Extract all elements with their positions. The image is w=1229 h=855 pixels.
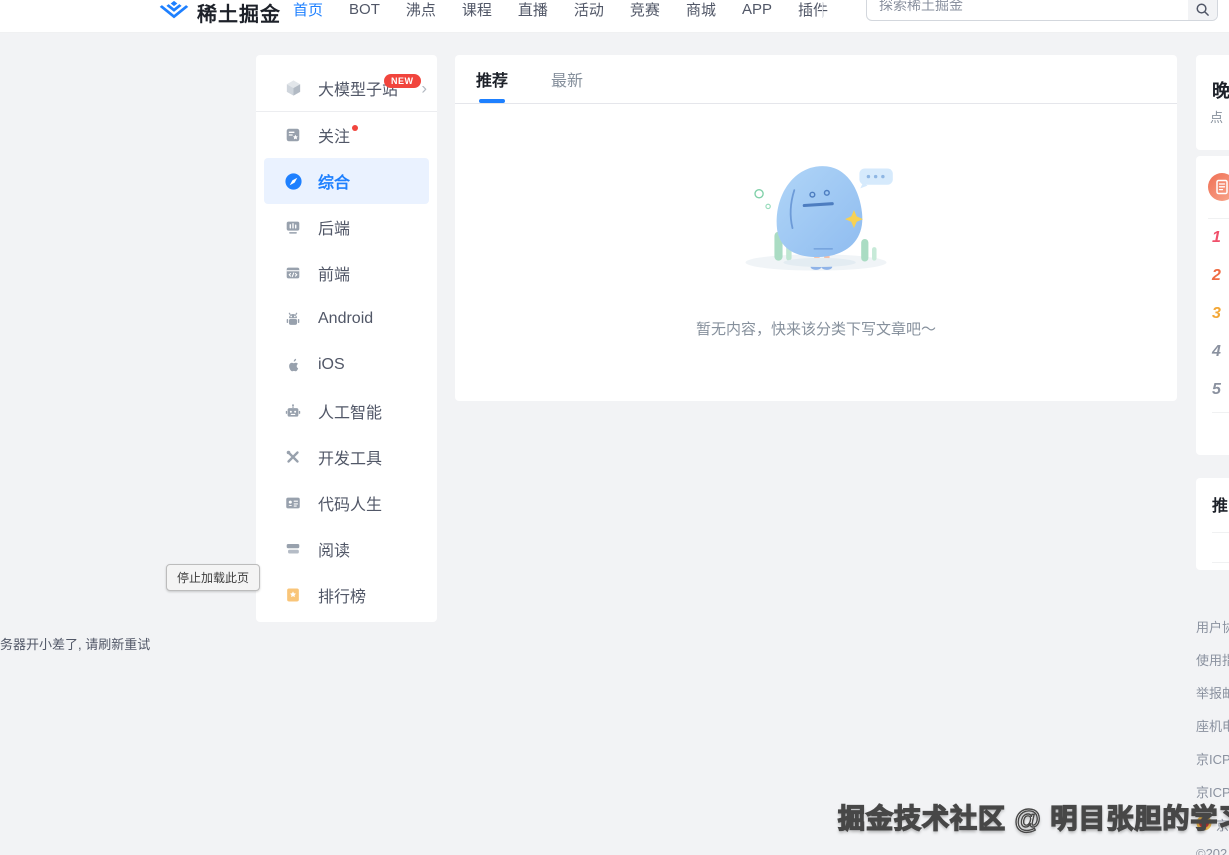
article-rank-card: 1 2 3 4 5	[1196, 156, 1229, 455]
sidebar-item-label: 人工智能	[318, 399, 382, 423]
nav-item-live[interactable]: 直播	[518, 0, 548, 20]
rank-row[interactable]: 3	[1212, 295, 1229, 333]
cube-icon	[283, 78, 303, 98]
nav-item-app[interactable]: APP	[742, 1, 772, 18]
sidebar-item-label: Android	[318, 310, 373, 328]
main-nav: 首页 BOT 沸点 课程 直播 活动 竞赛 商城 APP 插件	[280, 0, 841, 21]
new-badge: NEW	[384, 74, 421, 88]
sidebar-item-devtools[interactable]: 开发工具	[256, 434, 437, 480]
article-rank-icon	[1208, 173, 1229, 206]
sidebar-item-label: 排行榜	[318, 583, 366, 607]
rank-number: 1	[1212, 229, 1221, 247]
footer-link-guide[interactable]: 使用指	[1196, 650, 1229, 669]
rank-number: 4	[1212, 343, 1221, 361]
footer-link-user-agreement[interactable]: 用户协	[1196, 617, 1229, 636]
empty-state-text: 暂无内容，快来该分类下写文章吧～	[696, 318, 936, 339]
empty-blob-illustration	[721, 154, 911, 276]
search-box	[866, 0, 1218, 21]
recommend-card-divider	[1212, 562, 1229, 563]
sidebar-item-career[interactable]: 代码人生	[256, 480, 437, 526]
sidebar-item-reading[interactable]: 阅读	[256, 526, 437, 572]
top-nav-bar: 稀土掘金 首页 BOT 沸点 课程 直播 活动 竞赛 商城 APP 插件	[0, 0, 1229, 33]
sidebar-item-label: iOS	[318, 356, 345, 374]
greeting-card: 晚 点	[1196, 55, 1229, 150]
footer-link-phone[interactable]: 座机电	[1196, 716, 1229, 735]
empty-state: 暂无内容，快来该分类下写文章吧～	[455, 104, 1177, 339]
idcard-icon	[283, 493, 303, 513]
greeting-title: 晚	[1212, 77, 1229, 103]
server-icon	[283, 217, 303, 237]
sidebar-item-label: 阅读	[318, 537, 350, 561]
search-icon	[1195, 2, 1210, 20]
juejin-logo-icon	[159, 0, 189, 26]
book-icon	[283, 539, 303, 559]
rank-row[interactable]: 4	[1212, 333, 1229, 371]
recommend-card: 推	[1196, 478, 1229, 570]
sidebar-item-android[interactable]: Android	[256, 296, 437, 342]
rank-number: 5	[1212, 381, 1221, 399]
browser-status-tooltip: 停止加载此页	[166, 564, 260, 591]
feed-tabbar: 推荐 最新	[455, 55, 1177, 104]
nav-item-pins[interactable]: 沸点	[406, 0, 436, 20]
recommend-card-title: 推	[1212, 492, 1228, 516]
sidebar-item-ios[interactable]: iOS	[256, 342, 437, 388]
sidebar-item-label: 综合	[318, 169, 350, 193]
greeting-subtitle[interactable]: 点	[1210, 107, 1223, 126]
nav-item-mall[interactable]: 商城	[686, 0, 716, 20]
chevron-right-icon: ›	[421, 80, 427, 97]
sidebar-item-label: 开发工具	[318, 445, 382, 469]
compass-icon	[283, 171, 303, 191]
category-sidebar: 大模型子站 NEW › 关注 综合	[256, 55, 437, 622]
sidebar-item-label: 前端	[318, 261, 350, 285]
sidebar-item-ai[interactable]: 人工智能	[256, 388, 437, 434]
rank-card-bottom-divider	[1212, 412, 1229, 413]
rank-number: 3	[1212, 305, 1221, 323]
sidebar-item-follow[interactable]: 关注	[256, 112, 437, 158]
logo-text: 稀土掘金	[197, 0, 281, 27]
feed-panel: 推荐 最新	[455, 55, 1177, 401]
footer-link-icp-1[interactable]: 京ICP	[1196, 749, 1229, 768]
tab-recommended[interactable]: 推荐	[476, 55, 508, 104]
sidebar-item-ranking[interactable]: 排行榜	[256, 572, 437, 618]
sidebar-item-label: 后端	[318, 215, 350, 239]
juejin-logo[interactable]: 稀土掘金	[159, 0, 281, 27]
sidebar-item-llm-substation[interactable]: 大模型子站 NEW ›	[256, 65, 437, 111]
server-error-message: 务器开小差了, 请刷新重试	[0, 634, 150, 653]
sidebar-item-label: 关注	[318, 123, 350, 147]
nav-item-bot[interactable]: BOT	[349, 1, 380, 18]
sidebar-item-comprehensive[interactable]: 综合	[264, 158, 429, 204]
juejin-page: 稀土掘金 首页 BOT 沸点 课程 直播 活动 竞赛 商城 APP 插件	[0, 0, 1229, 855]
nav-item-courses[interactable]: 课程	[462, 0, 492, 20]
rank-row[interactable]: 2	[1212, 257, 1229, 295]
search-button[interactable]	[1188, 0, 1217, 20]
android-icon	[283, 309, 303, 329]
tools-icon	[283, 447, 303, 467]
right-rail: 晚 点 1 2 3	[1196, 55, 1229, 570]
frontend-window-icon	[283, 263, 303, 283]
red-dot-badge	[352, 125, 358, 131]
rank-row[interactable]: 5	[1212, 371, 1229, 409]
follow-icon	[283, 125, 303, 145]
nav-item-home[interactable]: 首页	[293, 0, 323, 20]
sidebar-item-frontend[interactable]: 前端	[256, 250, 437, 296]
nav-divider	[822, 2, 823, 18]
apple-icon	[283, 355, 303, 375]
robot-icon	[283, 401, 303, 421]
nav-item-contest[interactable]: 竞赛	[630, 0, 660, 20]
recommend-card-divider	[1212, 532, 1229, 533]
watermark-text: 掘金技术社区 @ 明目张胆的学习	[838, 797, 1229, 836]
trophy-icon	[283, 585, 303, 605]
rank-row[interactable]: 1	[1212, 219, 1229, 257]
sidebar-item-backend[interactable]: 后端	[256, 204, 437, 250]
rank-list: 1 2 3 4 5	[1212, 219, 1229, 409]
tab-latest[interactable]: 最新	[551, 55, 583, 104]
sidebar-item-label: 代码人生	[318, 491, 382, 515]
footer-link-report-email[interactable]: 举报邮	[1196, 683, 1229, 702]
nav-item-plugin[interactable]: 插件	[798, 0, 828, 20]
active-tab-indicator	[479, 99, 505, 103]
nav-item-events[interactable]: 活动	[574, 0, 604, 20]
copyright-text: ©202	[1196, 846, 1227, 855]
rank-number: 2	[1212, 267, 1221, 285]
search-input[interactable]	[867, 0, 1188, 20]
